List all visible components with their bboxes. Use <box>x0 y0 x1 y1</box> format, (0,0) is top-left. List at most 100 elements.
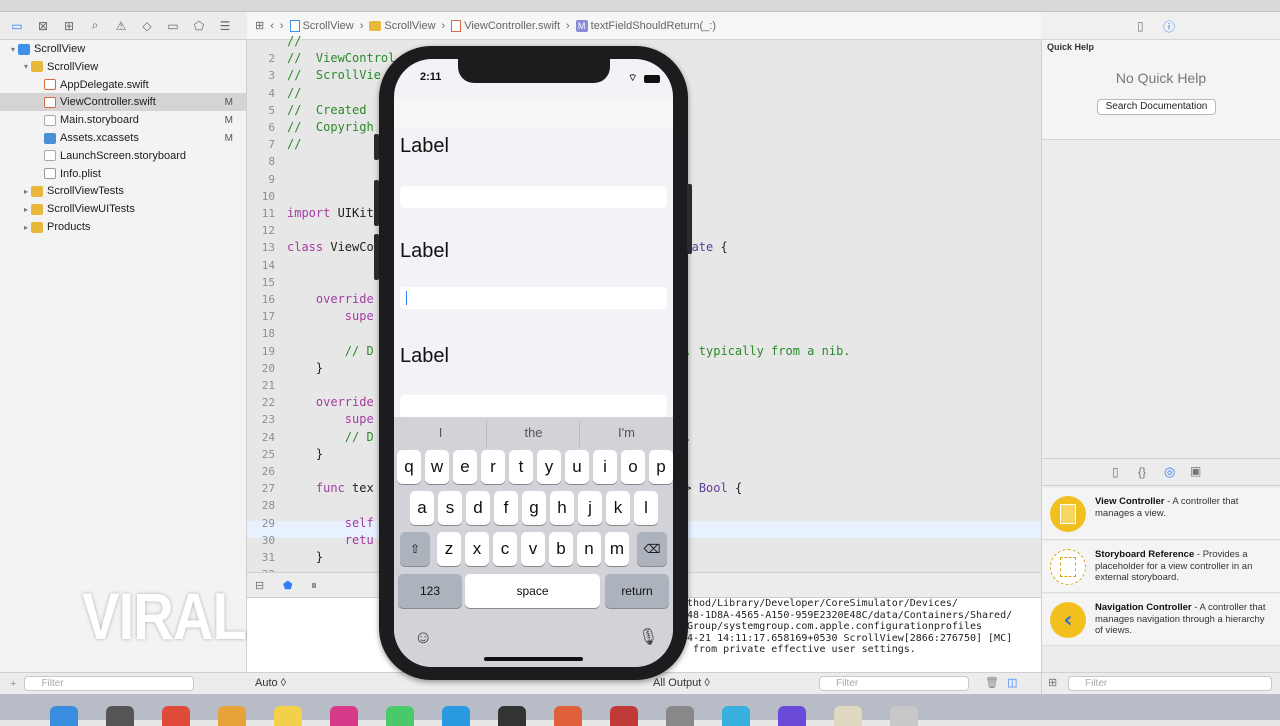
code-line[interactable]: // ViewControl <box>287 51 395 65</box>
code-line[interactable]: // <box>287 86 301 100</box>
key-b[interactable]: b <box>549 532 573 566</box>
navigator-item[interactable]: Assets.xcassets M <box>0 129 246 147</box>
project-navigator-icon[interactable]: ▭ <box>6 15 28 37</box>
key-a[interactable]: a <box>410 491 434 525</box>
key-t[interactable]: t <box>509 450 533 484</box>
disclosure-icon[interactable]: ▸ <box>21 223 31 232</box>
code-line[interactable]: self <box>287 516 374 530</box>
key-y[interactable]: y <box>537 450 561 484</box>
code-line[interactable]: } <box>287 447 323 461</box>
disclosure-icon[interactable]: ▾ <box>21 62 31 71</box>
text-field-1[interactable] <box>400 186 667 208</box>
pause-icon[interactable]: ⏸ <box>311 578 317 593</box>
navigator-item[interactable]: ▾ ScrollView <box>0 58 246 76</box>
test-icon[interactable]: ◇ <box>136 15 158 37</box>
library-item[interactable]: Storyboard Reference - Provides a placeh… <box>1042 541 1280 593</box>
navigator-item[interactable]: Info.plist <box>0 165 246 183</box>
issue-icon[interactable]: ⚠ <box>110 15 132 37</box>
symbol-navigator-icon[interactable]: ⊞ <box>58 15 80 37</box>
text-field-2[interactable] <box>400 287 667 309</box>
key-c[interactable]: c <box>493 532 517 566</box>
navigator-filter-input[interactable]: Filter <box>24 676 195 691</box>
dock-app-icon[interactable] <box>666 706 694 726</box>
return-key[interactable]: return <box>605 574 669 608</box>
key-g[interactable]: g <box>522 491 546 525</box>
breadcrumb-file[interactable]: ViewController.swift <box>451 19 560 32</box>
report-icon[interactable]: ☰ <box>214 15 236 37</box>
key-e[interactable]: e <box>453 450 477 484</box>
dock-app-icon[interactable] <box>330 706 358 726</box>
shift-key[interactable]: ⇧ <box>400 532 430 566</box>
breadcrumb-folder[interactable]: ScrollView <box>369 20 436 32</box>
code-line[interactable]: } <box>287 550 323 564</box>
file-inspector-icon[interactable]: ▯ <box>1137 19 1144 33</box>
dock-app-icon[interactable] <box>498 706 526 726</box>
auto-selector[interactable]: Auto ◊ <box>255 677 286 689</box>
code-line[interactable]: import UIKit <box>287 206 374 220</box>
navigator-item[interactable]: ▾ ScrollView <box>0 40 246 58</box>
dock-app-icon[interactable] <box>778 706 806 726</box>
navigator-item[interactable]: Main.storyboard M <box>0 111 246 129</box>
dock-app-icon[interactable] <box>610 706 638 726</box>
object-library-icon[interactable]: ◎ <box>1164 464 1175 480</box>
debug-icon[interactable]: ▭ <box>162 15 184 37</box>
dock-app-icon[interactable] <box>386 706 414 726</box>
console-filter-input[interactable]: Filter <box>819 676 969 691</box>
key-z[interactable]: z <box>437 532 461 566</box>
disclosure-icon[interactable]: ▸ <box>21 205 31 214</box>
source-control-icon[interactable]: ⊠ <box>32 15 54 37</box>
breadcrumb-project[interactable]: ScrollView <box>289 19 354 32</box>
add-icon[interactable]: + <box>10 678 16 690</box>
dock-app-icon[interactable] <box>162 706 190 726</box>
breakpoints-icon[interactable]: ⬟ <box>283 579 293 592</box>
grid-view-icon[interactable]: ⊞ <box>1048 676 1057 689</box>
emoji-icon[interactable]: ☺ <box>414 627 432 648</box>
navigator-item[interactable]: ViewController.swift M <box>0 93 246 112</box>
grid-icon[interactable]: ⊞ <box>255 19 264 32</box>
code-line[interactable]: } <box>287 361 323 375</box>
key-u[interactable]: u <box>565 450 589 484</box>
find-icon[interactable]: ⌕ <box>84 15 106 37</box>
key-j[interactable]: j <box>578 491 602 525</box>
dock-app-icon[interactable] <box>442 706 470 726</box>
key-d[interactable]: d <box>466 491 490 525</box>
breakpoint-icon[interactable]: ⬠ <box>188 15 210 37</box>
navigator-item[interactable]: ▸ Products <box>0 218 246 236</box>
key-p[interactable]: p <box>649 450 673 484</box>
navigator-item[interactable]: LaunchScreen.storyboard <box>0 147 246 165</box>
key-w[interactable]: w <box>425 450 449 484</box>
back-icon[interactable]: ‹ <box>270 20 274 32</box>
numbers-key[interactable]: 123 <box>398 574 462 608</box>
library-filter-input[interactable]: Filter <box>1068 676 1272 691</box>
key-n[interactable]: n <box>577 532 601 566</box>
text-field-3[interactable] <box>400 395 667 417</box>
code-line[interactable]: // <box>287 34 301 48</box>
code-line[interactable]: // Copyrigh <box>287 120 374 134</box>
suggestion-3[interactable]: I'm <box>580 425 673 440</box>
dock-app-icon[interactable] <box>274 706 302 726</box>
key-m[interactable]: m <box>605 532 629 566</box>
key-h[interactable]: h <box>550 491 574 525</box>
key-o[interactable]: o <box>621 450 645 484</box>
code-line[interactable]: // ScrollVie <box>287 68 381 82</box>
key-s[interactable]: s <box>438 491 462 525</box>
library-item[interactable]: ‹ Navigation Controller - A controller th… <box>1042 594 1280 646</box>
trash-icon[interactable]: 🗑 <box>985 676 999 689</box>
dock-app-icon[interactable] <box>890 706 918 726</box>
key-f[interactable]: f <box>494 491 518 525</box>
dock-app-icon[interactable] <box>218 706 246 726</box>
code-line[interactable]: // Created <box>287 103 366 117</box>
output-selector[interactable]: All Output ◊ <box>653 677 710 689</box>
code-line[interactable]: supe <box>287 309 374 323</box>
delete-key[interactable]: ⌫ <box>637 532 667 566</box>
search-documentation-button[interactable]: Search Documentation <box>1097 99 1216 115</box>
code-snippet-icon[interactable]: {} <box>1138 465 1146 479</box>
code-line[interactable]: override <box>287 395 374 409</box>
suggestion-1[interactable]: I <box>394 425 487 440</box>
file-template-icon[interactable]: ▯ <box>1112 465 1119 479</box>
key-k[interactable]: k <box>606 491 630 525</box>
space-key[interactable]: space <box>465 574 600 608</box>
code-line[interactable]: supe <box>287 412 374 426</box>
key-x[interactable]: x <box>465 532 489 566</box>
key-q[interactable]: q <box>397 450 421 484</box>
